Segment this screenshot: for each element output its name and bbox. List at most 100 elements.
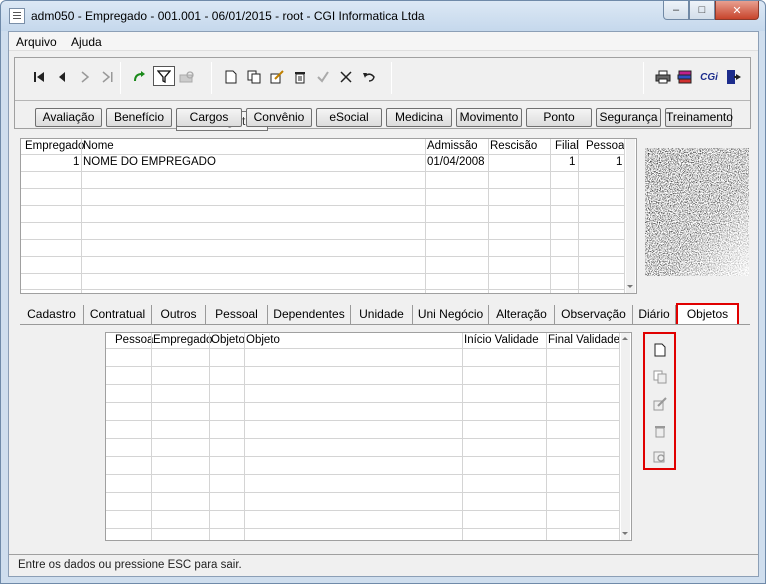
maximize-button[interactable]: □ — [689, 1, 715, 20]
employee-photo — [645, 148, 749, 276]
cell-filial[interactable]: 1 — [569, 155, 575, 170]
avaliacao-button[interactable]: Avaliação — [35, 108, 102, 127]
copy-icon[interactable] — [652, 370, 668, 386]
col-header-objeto[interactable]: Objeto — [246, 333, 280, 348]
first-record-icon[interactable] — [30, 68, 48, 86]
toolbar-separator — [391, 62, 392, 94]
delete-icon[interactable] — [652, 424, 668, 440]
new-document-icon[interactable] — [222, 68, 240, 86]
menu-arquivo-label: Arquivo — [16, 35, 57, 49]
col-header-pessoa[interactable]: Pessoa — [586, 139, 624, 154]
tab-cadastro[interactable]: Cadastro — [20, 305, 84, 325]
employee-grid[interactable]: Empregado Nome Admissão Rescisão Filial … — [20, 138, 637, 294]
tab-alteracao[interactable]: Alteração — [489, 305, 555, 325]
edit-icon[interactable] — [652, 397, 668, 413]
tab-diario[interactable]: Diário — [633, 305, 676, 325]
esocial-button[interactable]: eSocial — [316, 108, 382, 127]
menu-arquivo[interactable]: Arquivo — [16, 35, 57, 49]
col-header-empregado[interactable]: Empregado — [153, 333, 212, 348]
col-header-final-validade[interactable]: Final Validade — [548, 333, 620, 348]
close-button[interactable]: ✕ — [715, 1, 759, 20]
menu-ajuda[interactable]: Ajuda — [71, 35, 102, 49]
title-bar[interactable]: adm050 - Empregado - 001.001 - 06/01/201… — [1, 1, 765, 31]
grid-row-line — [21, 188, 625, 189]
convenio-button[interactable]: Convênio — [246, 108, 312, 127]
toolbar-separator — [211, 62, 212, 94]
cancel-icon[interactable] — [337, 68, 355, 86]
grid-divider — [425, 139, 426, 293]
objects-grid-scrollbar[interactable] — [621, 333, 630, 540]
tab-uni-negocio[interactable]: Uni Negócio — [413, 305, 489, 325]
treinamento-button[interactable]: Treinamento — [665, 108, 733, 127]
tab-outros[interactable]: Outros — [152, 305, 206, 325]
grid-row-line — [21, 205, 625, 206]
app-icon[interactable] — [9, 8, 25, 24]
print-icon[interactable] — [654, 68, 672, 86]
undo-icon[interactable] — [360, 68, 378, 86]
col-header-pessoa[interactable]: Pessoa — [115, 333, 153, 348]
col-header-empregado[interactable]: Empregado — [25, 139, 84, 154]
minimize-button[interactable]: – — [663, 1, 689, 20]
last-record-icon[interactable] — [99, 68, 117, 86]
employee-grid-scrollbar[interactable] — [626, 139, 635, 293]
cell-pessoa[interactable]: 1 — [616, 155, 622, 170]
cgi-logo-text: CGi — [700, 71, 718, 83]
delete-icon[interactable] — [291, 68, 309, 86]
cargos-button[interactable]: Cargos — [176, 108, 242, 127]
search-icon[interactable] — [652, 450, 668, 466]
tab-observacao[interactable]: Observação — [555, 305, 633, 325]
edit-icon[interactable] — [268, 68, 286, 86]
window-controls: – □ ✕ — [663, 1, 759, 20]
grid-row-line — [106, 384, 620, 385]
status-text: Entre os dados ou pressione ESC para sai… — [18, 559, 242, 571]
grid-row-line — [106, 456, 620, 457]
window-title: adm050 - Empregado - 001.001 - 06/01/201… — [31, 9, 425, 23]
confirm-icon[interactable] — [314, 68, 332, 86]
medicina-button[interactable]: Medicina — [386, 108, 452, 127]
tab-strip: Cadastro Contratual Outros Pessoal Depen… — [20, 303, 750, 326]
tab-contratual[interactable]: Contratual — [84, 305, 152, 325]
next-record-icon[interactable] — [76, 68, 94, 86]
scroll-down-icon[interactable] — [627, 285, 633, 288]
tab-pessoal[interactable]: Pessoal — [206, 305, 268, 325]
cell-nome[interactable]: NOME DO EMPREGADO — [83, 155, 216, 170]
grid-row-line — [106, 402, 620, 403]
objects-grid[interactable]: Pessoa Empregado Objeto Objeto Início Va… — [105, 332, 632, 541]
grid-divider — [619, 333, 620, 540]
seguranca-button[interactable]: Segurança — [596, 108, 661, 127]
tab-objetos[interactable]: Objetos — [676, 303, 739, 325]
col-header-inicio-validade[interactable]: Início Validade — [464, 333, 539, 348]
tab-dependentes[interactable]: Dependentes — [268, 305, 351, 325]
grid-row-line — [21, 239, 625, 240]
col-header-rescisao[interactable]: Rescisão — [490, 139, 537, 154]
movimento-button[interactable]: Movimento — [456, 108, 522, 127]
beneficio-button[interactable]: Benefício — [106, 108, 172, 127]
filter-icon[interactable] — [153, 66, 175, 86]
grid-row-line — [106, 492, 620, 493]
new-icon[interactable] — [652, 343, 668, 359]
col-header-objeto-code[interactable]: Objeto — [211, 333, 245, 348]
grid-row-line — [106, 510, 620, 511]
grid-row-line — [106, 366, 620, 367]
tab-unidade[interactable]: Unidade — [351, 305, 413, 325]
scroll-up-icon[interactable] — [622, 337, 628, 340]
exit-icon[interactable] — [725, 68, 743, 86]
grid-row-line — [106, 348, 620, 349]
scroll-down-icon[interactable] — [622, 532, 628, 535]
col-header-admissao[interactable]: Admissão — [427, 139, 478, 154]
toolbar-separator — [120, 62, 121, 94]
copy-icon[interactable] — [245, 68, 263, 86]
col-header-nome[interactable]: Nome — [83, 139, 114, 154]
cgi-logo-icon[interactable]: CGi — [698, 68, 720, 86]
refresh-icon[interactable] — [130, 68, 148, 86]
ponto-button[interactable]: Ponto — [526, 108, 592, 127]
col-header-filial[interactable]: Filial — [555, 139, 579, 154]
previous-record-icon[interactable] — [53, 68, 71, 86]
books-icon[interactable] — [676, 68, 694, 86]
cell-admissao[interactable]: 01/04/2008 — [427, 155, 485, 170]
search-disabled-icon[interactable] — [178, 68, 196, 86]
cell-empregado[interactable]: 1 — [73, 155, 79, 170]
grid-divider — [462, 333, 463, 540]
photo-noise-image — [645, 148, 749, 276]
grid-row-line — [106, 528, 620, 529]
